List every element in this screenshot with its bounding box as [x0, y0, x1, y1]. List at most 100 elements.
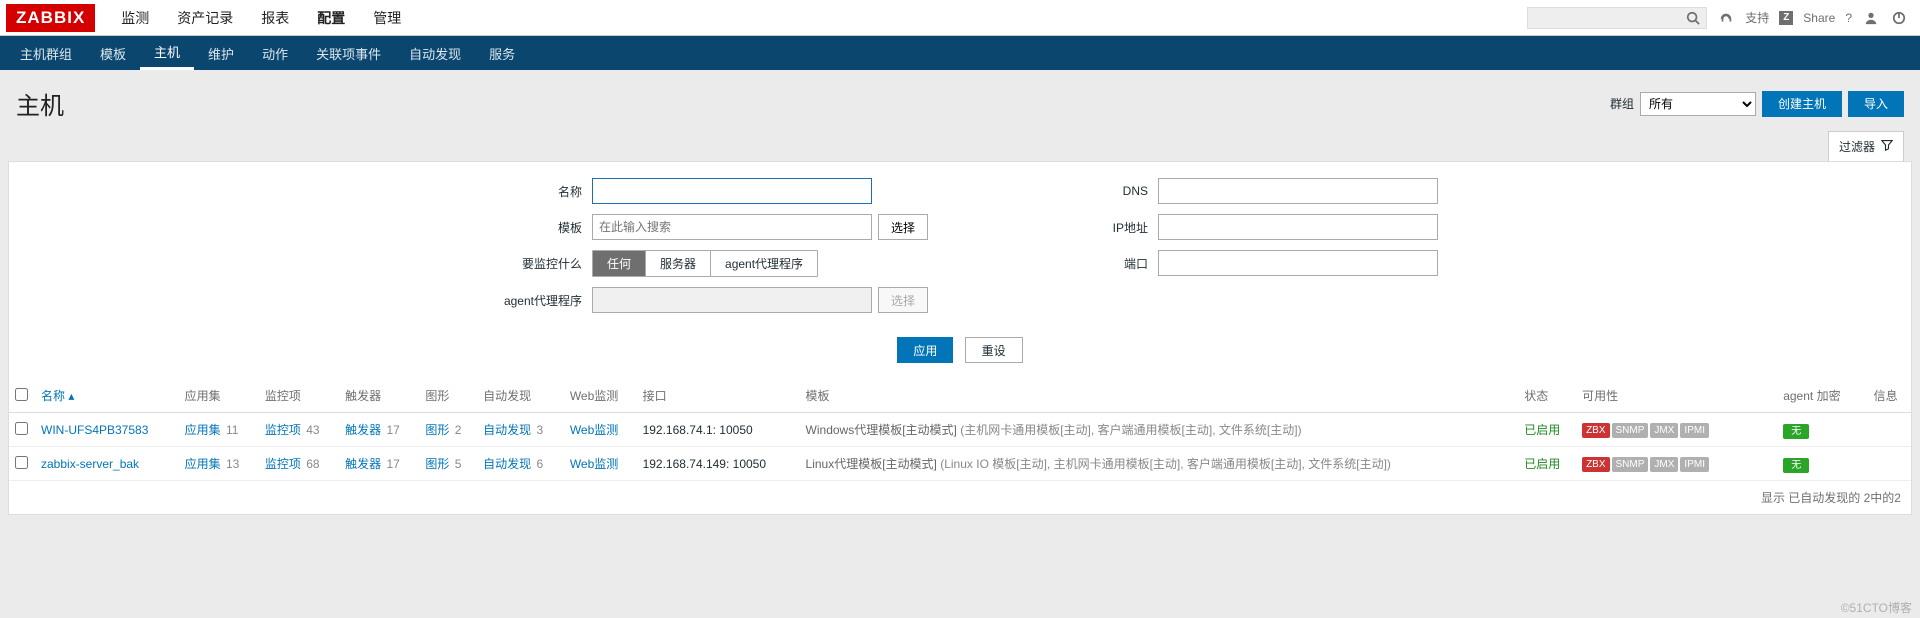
col-availability: 可用性	[1576, 379, 1743, 413]
avail-tag: ZBX	[1582, 457, 1609, 472]
share-icon: Z	[1779, 11, 1793, 25]
ip-input[interactable]	[1158, 214, 1438, 240]
filter-tab-row: 过滤器	[0, 131, 1920, 161]
monitor-option[interactable]: 服务器	[646, 251, 711, 276]
filter-col-right: DNS IP地址 端口	[1048, 178, 1438, 323]
iface-cell: 192.168.74.149: 10050	[637, 447, 800, 481]
port-input[interactable]	[1158, 250, 1438, 276]
row-checkbox[interactable]	[15, 422, 28, 435]
reset-button[interactable]: 重设	[965, 337, 1023, 363]
search-icon	[1684, 9, 1702, 27]
subnav-item[interactable]: 主机	[140, 36, 194, 70]
proxy-select-button: 选择	[878, 287, 928, 313]
page-title: 主机	[16, 86, 64, 121]
cell-link[interactable]: Web监测	[570, 423, 618, 437]
availability-cell: ZBXSNMPJMXIPMI	[1582, 457, 1709, 472]
topnav-item[interactable]: 管理	[359, 0, 415, 36]
cell-link[interactable]: 图形	[425, 423, 449, 437]
col-graphs: 图形	[419, 379, 477, 413]
dns-input[interactable]	[1158, 178, 1438, 204]
availability-cell: ZBXSNMPJMXIPMI	[1582, 423, 1709, 438]
subnav-item[interactable]: 关联项事件	[302, 36, 395, 70]
col-name[interactable]: 名称	[41, 389, 74, 403]
template-select-button[interactable]: 选择	[878, 214, 928, 240]
hosts-table: 名称 应用集 监控项 触发器 图形 自动发现 Web监测 接口 模板 状态 可用…	[9, 379, 1911, 481]
group-select[interactable]: 所有	[1640, 92, 1756, 116]
iface-cell: 192.168.74.1: 10050	[637, 413, 800, 447]
watermark: ©51CTO博客	[1841, 599, 1912, 616]
select-all-checkbox[interactable]	[15, 388, 28, 401]
ip-label: IP地址	[1048, 219, 1158, 236]
monitor-option[interactable]: 任何	[593, 251, 646, 276]
template-input[interactable]	[592, 214, 872, 240]
table-header-row: 名称 应用集 监控项 触发器 图形 自动发现 Web监测 接口 模板 状态 可用…	[9, 379, 1911, 413]
subnav-item[interactable]: 模板	[86, 36, 140, 70]
cell-link[interactable]: Web监测	[570, 457, 618, 471]
topnav-item[interactable]: 资产记录	[163, 0, 247, 36]
table-row: zabbix-server_bak应用集 13监控项 68触发器 17图形 5自…	[9, 447, 1911, 481]
row-checkbox[interactable]	[15, 456, 28, 469]
global-search[interactable]	[1527, 7, 1707, 29]
templates-cell: Linux代理模板[主动模式] (Linux IO 模板[主动], 主机网卡通用…	[800, 447, 1519, 481]
logo[interactable]: ZABBIX	[6, 4, 95, 32]
import-button[interactable]: 导入	[1848, 91, 1904, 117]
share-link[interactable]: Share	[1803, 11, 1835, 25]
dns-label: DNS	[1048, 184, 1158, 198]
status-link[interactable]: 已启用	[1524, 457, 1560, 471]
help-link[interactable]: ?	[1845, 11, 1852, 25]
monitor-radio-group[interactable]: 任何服务器agent代理程序	[592, 250, 818, 277]
cell-link[interactable]: 自动发现	[483, 457, 531, 471]
proxy-label: agent代理程序	[482, 292, 592, 309]
subnav-item[interactable]: 自动发现	[395, 36, 475, 70]
filter-form: 名称 模板 选择 要监控什么 任何服务器agent代理程序 agent代理程序 …	[9, 162, 1911, 379]
cell-link[interactable]: 图形	[425, 457, 449, 471]
top-bar: ZABBIX 监测资产记录报表配置管理 支持 Z Share ?	[0, 0, 1920, 36]
user-icon[interactable]	[1862, 9, 1880, 27]
cell-link[interactable]: 应用集	[185, 423, 221, 437]
avail-tag: IPMI	[1680, 423, 1709, 438]
subnav-item[interactable]: 主机群组	[6, 36, 86, 70]
name-input[interactable]	[592, 178, 872, 204]
col-apps: 应用集	[179, 379, 259, 413]
power-icon[interactable]	[1890, 9, 1908, 27]
create-host-button[interactable]: 创建主机	[1762, 91, 1842, 117]
cell-link[interactable]: 监控项	[265, 423, 301, 437]
col-status: 状态	[1518, 379, 1576, 413]
cell-link[interactable]: 应用集	[185, 457, 221, 471]
host-name-link[interactable]: zabbix-server_bak	[41, 457, 139, 471]
cell-link[interactable]: 自动发现	[483, 423, 531, 437]
topnav-item[interactable]: 报表	[247, 0, 303, 36]
topnav-item[interactable]: 监测	[107, 0, 163, 36]
support-link[interactable]: 支持	[1745, 9, 1769, 26]
filter-tab[interactable]: 过滤器	[1828, 131, 1904, 161]
group-label: 群组	[1610, 95, 1634, 112]
col-info: 信息	[1868, 379, 1911, 413]
subnav-item[interactable]: 动作	[248, 36, 302, 70]
col-templates: 模板	[800, 379, 1519, 413]
status-link[interactable]: 已启用	[1524, 423, 1560, 437]
cell-link[interactable]: 监控项	[265, 457, 301, 471]
encryption-badge: 无	[1783, 458, 1809, 473]
page-header: 主机 群组 所有 创建主机 导入	[0, 70, 1920, 131]
apply-button[interactable]: 应用	[897, 337, 953, 363]
subnav-item[interactable]: 维护	[194, 36, 248, 70]
col-triggers: 触发器	[339, 379, 419, 413]
avail-tag: IPMI	[1680, 457, 1709, 472]
subnav-item[interactable]: 服务	[475, 36, 529, 70]
top-right-tools: 支持 Z Share ?	[1527, 7, 1920, 29]
col-discovery: 自动发现	[477, 379, 564, 413]
cell-link[interactable]: 触发器	[345, 423, 381, 437]
avail-tag: SNMP	[1612, 423, 1649, 438]
main-panel: 名称 模板 选择 要监控什么 任何服务器agent代理程序 agent代理程序 …	[8, 161, 1912, 515]
templates-cell: Windows代理模板[主动模式] (主机网卡通用模板[主动], 客户端通用模板…	[800, 413, 1519, 447]
proxy-input	[592, 287, 872, 313]
cell-link[interactable]: 触发器	[345, 457, 381, 471]
avail-tag: JMX	[1650, 423, 1678, 438]
host-name-link[interactable]: WIN-UFS4PB37583	[41, 423, 148, 437]
headset-icon	[1717, 9, 1735, 27]
col-encryption: agent 加密	[1743, 379, 1867, 413]
avail-tag: ZBX	[1582, 423, 1609, 438]
filter-col-left: 名称 模板 选择 要监控什么 任何服务器agent代理程序 agent代理程序 …	[482, 178, 928, 323]
monitor-option[interactable]: agent代理程序	[711, 251, 817, 276]
topnav-item[interactable]: 配置	[303, 0, 359, 36]
